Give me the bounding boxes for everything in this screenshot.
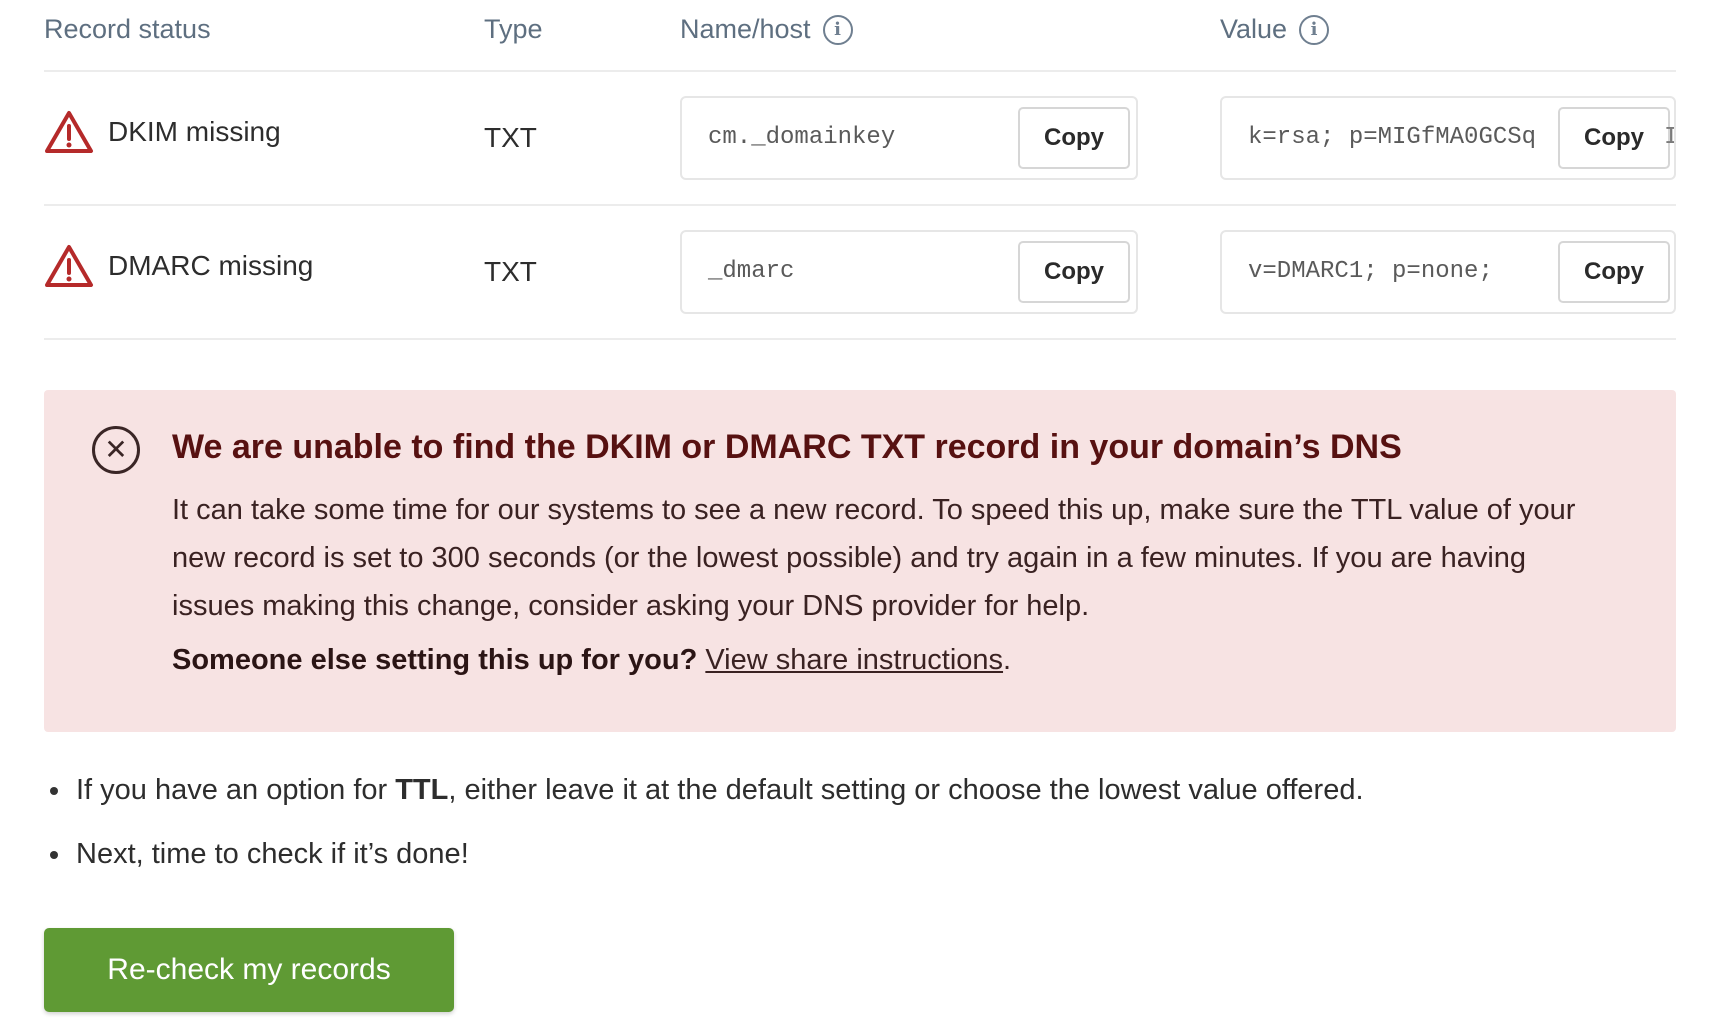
- error-alert: ✕ We are unable to find the DKIM or DMAR…: [44, 390, 1676, 732]
- list-item: Next, time to check if it’s done!: [44, 834, 1364, 898]
- record-type: TXT: [484, 122, 537, 153]
- name-host-value: _dmarc: [708, 258, 795, 285]
- header-name-host: Name/host i: [680, 14, 853, 45]
- table-header: Record status Type Name/host i Value i: [44, 0, 1676, 72]
- share-suffix: .: [1003, 644, 1012, 676]
- status-label: DMARC missing: [108, 250, 314, 281]
- info-icon[interactable]: i: [822, 14, 853, 45]
- record-type: TXT: [484, 256, 537, 287]
- instructions-list: If you have an option for TTL, either le…: [44, 770, 1364, 898]
- table-row: DKIM missing TXT cm._domainkey Copy k=rs…: [44, 72, 1676, 206]
- warning-icon: [45, 111, 93, 153]
- status-label: DKIM missing: [108, 116, 281, 147]
- record-value: k=rsa; p=MIGfMA0GCSq: [1248, 124, 1537, 151]
- value-overflow-text: I: [1664, 124, 1674, 151]
- copy-name-button[interactable]: Copy: [1018, 107, 1130, 169]
- copy-value-button[interactable]: Copy: [1558, 107, 1670, 169]
- list-item: If you have an option for TTL, either le…: [44, 770, 1364, 834]
- alert-title: We are unable to find the DKIM or DMARC …: [172, 428, 1402, 466]
- share-instructions: Someone else setting this up for you? Vi…: [172, 644, 1011, 677]
- close-circle-icon: ✕: [92, 426, 140, 474]
- record-status: DMARC missing: [44, 243, 313, 289]
- name-host-value: cm._domainkey: [708, 124, 896, 151]
- header-type: Type: [484, 14, 543, 44]
- name-host-field: cm._domainkey Copy: [680, 96, 1138, 180]
- view-share-instructions-link[interactable]: View share instructions: [705, 644, 1003, 676]
- value-field: v=DMARC1; p=none; Copy: [1220, 230, 1676, 314]
- warning-icon: [45, 245, 93, 287]
- header-value: Value i: [1220, 14, 1330, 45]
- recheck-records-button[interactable]: Re-check my records: [44, 928, 454, 1012]
- value-field: k=rsa; p=MIGfMA0GCSq Copy I: [1220, 96, 1676, 180]
- dns-records-panel: Record status Type Name/host i Value i D…: [44, 0, 1676, 1012]
- info-icon[interactable]: i: [1299, 14, 1330, 45]
- share-prompt: Someone else setting this up for you?: [172, 644, 698, 676]
- table-row: DMARC missing TXT _dmarc Copy v=DMARC1; …: [44, 206, 1676, 340]
- alert-body: It can take some time for our systems to…: [172, 494, 1576, 622]
- ttl-term: TTL: [395, 774, 449, 806]
- record-value: v=DMARC1; p=none;: [1248, 258, 1493, 285]
- copy-value-button[interactable]: Copy: [1558, 241, 1670, 303]
- name-host-field: _dmarc Copy: [680, 230, 1138, 314]
- header-record-status: Record status: [44, 14, 211, 44]
- copy-name-button[interactable]: Copy: [1018, 241, 1130, 303]
- record-status: DKIM missing: [44, 109, 281, 155]
